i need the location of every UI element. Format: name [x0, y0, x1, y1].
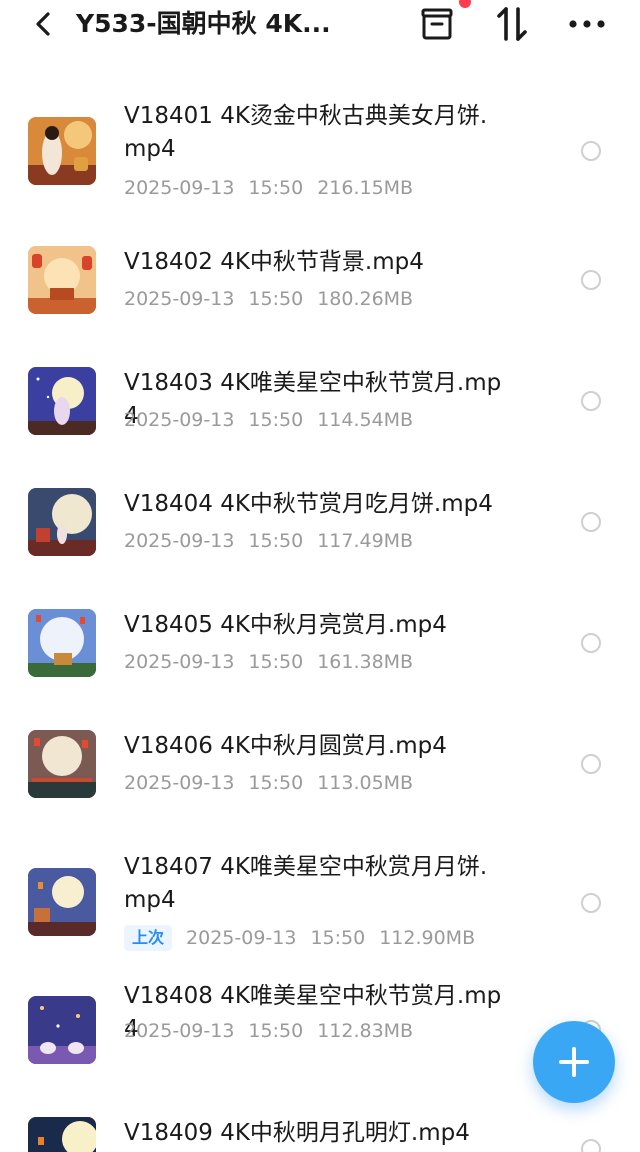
select-radio[interactable]: [581, 391, 601, 411]
file-meta: 2025-09-13 15:50 112.83MB: [124, 1016, 427, 1046]
more-button[interactable]: [567, 4, 607, 44]
file-size: 113.05MB: [317, 772, 414, 794]
file-date: 2025-09-13: [124, 288, 235, 310]
file-name: V18401 4K烫金中秋古典美女月饼.mp4: [124, 103, 488, 162]
file-size: 161.38MB: [317, 651, 414, 673]
more-dots-icon: [569, 20, 605, 28]
file-time: 15:50: [248, 1020, 304, 1042]
file-date: 2025-09-13: [186, 927, 297, 949]
file-date: 2025-09-13: [124, 772, 235, 794]
list-item[interactable]: V18403 4K唯美星空中秋节赏月.mp4 2025-09-13 15:50 …: [0, 333, 640, 454]
file-time: 15:50: [248, 530, 304, 552]
file-name: V18404 4K中秋节赏月吃月饼.mp4: [124, 491, 493, 517]
list-item[interactable]: V18402 4K中秋节背景.mp4 2025-09-13 15:50 180.…: [0, 212, 640, 333]
file-meta: 上次 2025-09-13 15:50 112.90MB: [124, 923, 489, 953]
select-radio[interactable]: [581, 270, 601, 290]
file-meta: 2025-09-13 15:50 161.38MB: [124, 647, 427, 677]
file-size: 180.26MB: [317, 288, 414, 310]
list-item[interactable]: V18409 4K中秋明月孔明灯.mp4: [0, 1101, 640, 1152]
file-list: V18401 4K烫金中秋古典美女月饼.mp4 2025-09-13 15:50…: [0, 62, 640, 1152]
file-size: 216.15MB: [317, 177, 414, 199]
page-title: Y533-国朝中秋 4K...: [76, 9, 331, 38]
file-time: 15:50: [248, 409, 304, 431]
file-size: 117.49MB: [317, 530, 414, 552]
file-time: 15:50: [310, 927, 366, 949]
file-date: 2025-09-13: [124, 530, 235, 552]
file-meta: 2025-09-13 15:50 117.49MB: [124, 526, 427, 556]
file-name: V18405 4K中秋月亮赏月.mp4: [124, 612, 447, 638]
select-radio[interactable]: [581, 754, 601, 774]
top-bar: Y533-国朝中秋 4K...: [0, 0, 640, 62]
file-name: V18406 4K中秋月圆赏月.mp4: [124, 733, 447, 759]
video-thumbnail: [28, 868, 96, 936]
file-name: V18407 4K唯美星空中秋赏月月饼.mp4: [124, 854, 488, 913]
file-browser-screen: Y533-国朝中秋 4K... V18401 4K烫金中秋古典美女月饼.mp4 …: [0, 0, 640, 1152]
notification-dot: [459, 0, 471, 8]
plus-icon: [559, 1047, 589, 1077]
file-time: 15:50: [248, 651, 304, 673]
list-item[interactable]: V18407 4K唯美星空中秋赏月月饼.mp4 上次 2025-09-13 15…: [0, 817, 640, 980]
video-thumbnail: [28, 367, 96, 435]
sort-button[interactable]: [492, 4, 532, 44]
add-button[interactable]: [533, 1021, 615, 1103]
last-played-badge: 上次: [124, 925, 173, 951]
select-radio[interactable]: [581, 512, 601, 532]
sort-arrows-icon: [497, 7, 527, 41]
list-item[interactable]: V18401 4K烫金中秋古典美女月饼.mp4 2025-09-13 15:50…: [0, 62, 640, 212]
file-meta: 2025-09-13 15:50 113.05MB: [124, 768, 427, 798]
video-thumbnail: [28, 996, 96, 1064]
file-time: 15:50: [248, 288, 304, 310]
list-item[interactable]: V18406 4K中秋月圆赏月.mp4 2025-09-13 15:50 113…: [0, 696, 640, 817]
file-name: V18409 4K中秋明月孔明灯.mp4: [124, 1120, 470, 1146]
chevron-left-icon: [36, 12, 50, 36]
back-button[interactable]: [24, 4, 64, 44]
select-radio[interactable]: [581, 1139, 601, 1152]
archive-button[interactable]: [417, 4, 457, 44]
select-radio[interactable]: [581, 633, 601, 653]
archive-box-icon: [421, 8, 453, 40]
file-size: 112.90MB: [379, 927, 476, 949]
video-thumbnail: [28, 609, 96, 677]
file-name: V18402 4K中秋节背景.mp4: [124, 249, 424, 275]
video-thumbnail: [28, 730, 96, 798]
file-date: 2025-09-13: [124, 1020, 235, 1042]
video-thumbnail: [28, 117, 96, 185]
select-radio[interactable]: [581, 141, 601, 161]
file-size: 114.54MB: [317, 409, 414, 431]
file-meta: 2025-09-13 15:50 216.15MB: [124, 173, 427, 203]
list-item[interactable]: V18405 4K中秋月亮赏月.mp4 2025-09-13 15:50 161…: [0, 575, 640, 696]
video-thumbnail: [28, 246, 96, 314]
file-date: 2025-09-13: [124, 409, 235, 431]
file-size: 112.83MB: [317, 1020, 414, 1042]
select-radio[interactable]: [581, 893, 601, 913]
video-thumbnail: [28, 1117, 96, 1152]
file-time: 15:50: [248, 772, 304, 794]
video-thumbnail: [28, 488, 96, 556]
file-meta: 2025-09-13 15:50 180.26MB: [124, 284, 427, 314]
file-time: 15:50: [248, 177, 304, 199]
file-meta: 2025-09-13 15:50 114.54MB: [124, 405, 427, 435]
file-date: 2025-09-13: [124, 177, 235, 199]
list-item[interactable]: V18404 4K中秋节赏月吃月饼.mp4 2025-09-13 15:50 1…: [0, 454, 640, 575]
file-date: 2025-09-13: [124, 651, 235, 673]
